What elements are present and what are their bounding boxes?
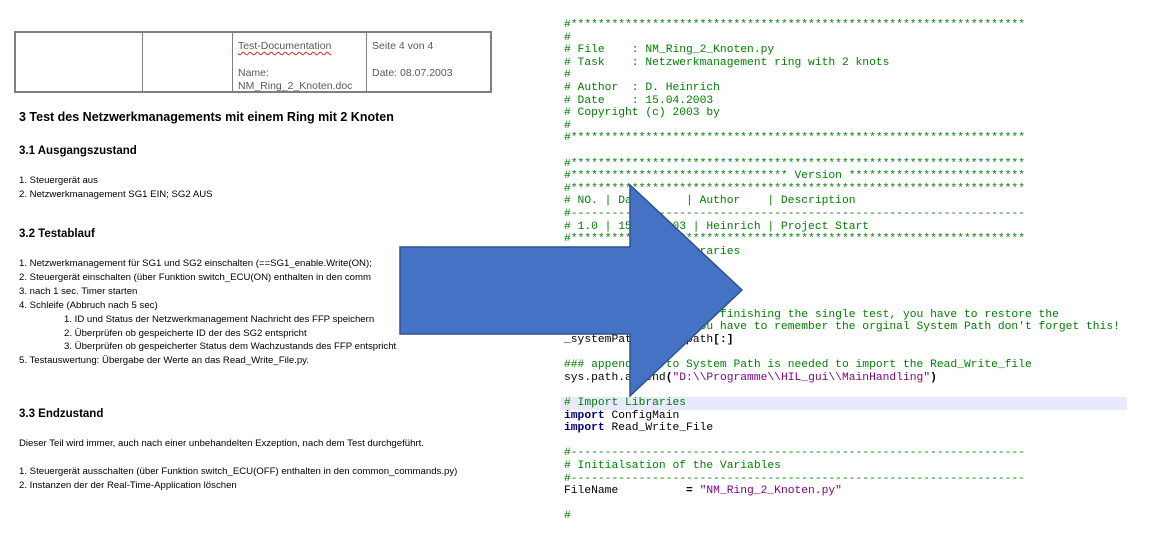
paragraph-endzustand: Dieser Teil wird immer, auch nach einer … <box>19 438 424 449</box>
list-item: 1. Steuergerät aus <box>19 175 98 186</box>
code-line: # Author : D. Heinrich <box>564 82 720 94</box>
code-line: #***************************************… <box>564 132 1025 145</box>
code-line: #******************************** Versio… <box>564 170 1025 183</box>
code-line: # Task : Netzwerkmanagement ring with 2 … <box>564 56 890 69</box>
header-name-label: Name: <box>238 67 269 79</box>
code-line: # NO. | Date | Author | Description <box>564 195 856 208</box>
code-line: import Read_Write_File <box>564 422 714 435</box>
list-item: 1. Netzwerkmanagement für SG1 und SG2 ei… <box>19 258 372 269</box>
heading-ausgangszustand: 3.1 Ausgangszustand <box>19 145 137 157</box>
header-title: Test-Documentation <box>238 40 332 52</box>
code-line: #---------------------------------------… <box>564 472 1025 485</box>
code-line: ### Import Basis Libraries <box>564 245 741 258</box>
code-line: #***************************************… <box>564 182 1025 195</box>
heading-testablauf: 3.2 Testablauf <box>19 228 95 240</box>
list-item: 2. Netzwerkmanagement SG1 EIN; SG2 AUS <box>19 189 213 200</box>
code-line: #***************************************… <box>564 233 1025 246</box>
code-line: #---------------------------------------… <box>564 447 1025 460</box>
code-line: # File : NM_Ring_2_Knoten.py <box>564 44 775 57</box>
header-divider <box>366 33 367 91</box>
code-line: #***************************************… <box>564 19 1025 31</box>
code-line: # 1.0 | 15.04.2003 | Heinrich | Project … <box>564 220 870 233</box>
header-divider <box>142 33 143 91</box>
code-line: # <box>564 69 571 82</box>
doc-header-table: Test-Documentation Seite 4 von 4 Name: N… <box>14 31 492 93</box>
code-line: ### System Path, after finishing the sin… <box>564 308 1059 321</box>
code-line: #---------------------------------------… <box>564 208 1025 220</box>
header-date: Date: 08.07.2003 <box>372 67 453 79</box>
code-line: # <box>564 510 571 523</box>
document-page: Test-Documentation Seite 4 von 4 Name: N… <box>0 0 560 558</box>
sub-list-item: 1. ID und Status der Netzwerkmanagement … <box>64 314 375 325</box>
heading-endzustand: 3.3 Endzustand <box>19 408 104 420</box>
header-page: Seite 4 von 4 <box>372 40 434 52</box>
code-line: # Initialsation of the Variables <box>564 460 781 472</box>
code-line: # Import Libraries <box>564 397 687 409</box>
code-line: # <box>564 31 571 44</box>
list-item: 4. Schleife (Abbruch nach 5 sec) <box>19 300 158 311</box>
code-line: _systemPath = sys.path[:] <box>564 334 734 346</box>
heading-section-3: 3 Test des Netzwerkmanagements mit einem… <box>19 110 394 124</box>
list-item: 2. Instanzen der der Real-Time-Applicati… <box>19 480 237 491</box>
code-line: # <box>564 119 571 132</box>
header-divider <box>232 33 233 91</box>
list-item: 5. Testauswertung: Übergabe der Werte an… <box>19 355 309 366</box>
code-editor[interactable]: #***************************************… <box>561 15 1127 558</box>
sub-list-item: 3. Überprüfen ob gespeicherter Status de… <box>64 341 397 352</box>
code-line: FileName = "NM_Ring_2_Knoten.py" <box>564 485 842 498</box>
list-item: 3. nach 1 sec. Timer starten <box>19 286 138 297</box>
list-item: 1. Steuergerät ausschalten (über Funktio… <box>19 466 458 477</box>
code-line: sys.path.append("D:\\Programme\\HIL_gui\… <box>564 371 937 384</box>
list-item: 2. Steuergerät einschalten (über Funktio… <box>19 272 371 283</box>
code-line: ### System Path so you have to remember … <box>564 321 1120 334</box>
code-line: import sys, sleep <box>564 271 680 283</box>
code-line: import ConfigMain <box>564 409 680 422</box>
header-name-value: NM_Ring_2_Knoten.doc <box>238 80 353 92</box>
sub-list-item: 2. Überprüfen ob gespeicherte ID der des… <box>64 328 307 339</box>
code-line: #***************************************… <box>564 157 1025 170</box>
code-line: ### append Dir to System Path is needed … <box>564 359 1032 372</box>
code-line: # Date : 15.04.2003 <box>564 94 714 107</box>
code-line: # Copyright (c) 2003 by <box>564 107 720 120</box>
